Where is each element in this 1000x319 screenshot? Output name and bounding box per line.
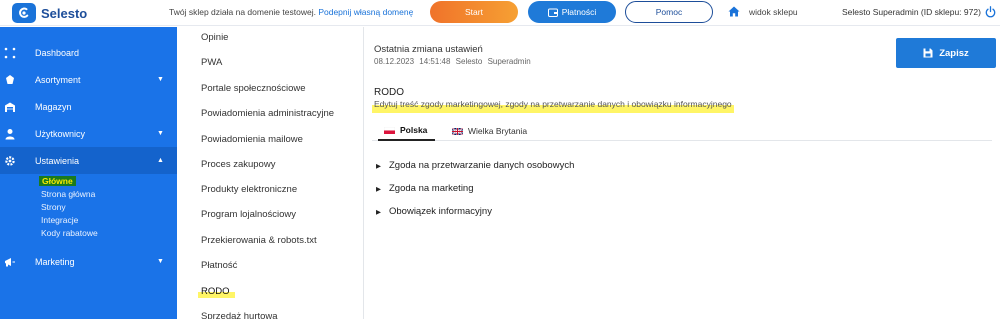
start-button[interactable]: Start [430,1,518,23]
tab-label: Wielka Brytania [468,126,528,136]
uk-flag-icon [452,127,463,135]
wallet-icon [547,8,558,17]
settings-menu: Opinie PWA Portale społecznościowe Powia… [177,27,364,319]
caret-up-icon: ▲ [157,157,164,164]
warehouse-icon [4,101,16,113]
settings-item-rodo[interactable]: RODO [201,286,230,297]
settings-item-pwa[interactable]: PWA [201,57,222,68]
sidebar-subitem-strony[interactable]: Strony [41,202,66,212]
last-change-user: Selesto Superadmin [455,57,531,66]
expand-triangle-icon: ▶ [376,208,381,216]
last-change-meta: 08.12.2023 14:51:48 Selesto Superadmin [374,57,531,66]
accordion-label: Obowiązek informacyjny [389,206,492,217]
top-bar: Selesto Twój sklep działa na domenie tes… [0,0,1000,26]
save-button[interactable]: Zapisz [896,38,996,68]
expand-triangle-icon: ▶ [376,185,381,193]
settings-item-proces-zakupowy[interactable]: Proces zakupowy [201,159,275,170]
section-description: Edytuj treść zgody marketingowej, zgody … [374,99,732,109]
help-button[interactable]: Pomoc [625,1,713,23]
last-change-label: Ostatnia zmiana ustawień [374,44,483,55]
test-domain-text: Twój sklep działa na domenie testowej. [169,7,316,17]
floppy-disk-icon [923,48,933,58]
brand-name: Selesto [41,5,88,21]
main-content: Ostatnia zmiana ustawień 08.12.2023 14:5… [364,27,1000,319]
sidebar-item-magazyn[interactable]: Magazyn [0,93,177,120]
accordion-obowiazek-informacyjny[interactable]: ▶ Obowiązek informacyjny [376,206,492,217]
grid-icon [4,47,16,59]
sidebar-item-label: Użytkownicy [35,128,86,139]
logo[interactable]: Selesto [12,3,87,23]
test-domain-message: Twój sklep działa na domenie testowej. P… [169,7,413,17]
section-title: RODO [374,87,404,98]
payments-button[interactable]: Płatności [528,1,616,23]
language-tabs: Polska Wielka Brytania [372,121,992,141]
user-icon [4,128,16,140]
sidebar-subitem-strona-glowna[interactable]: Strona główna [41,189,95,199]
sidebar-subitem-glowne[interactable]: Główne [39,176,76,186]
expand-triangle-icon: ▶ [376,162,381,170]
connect-domain-link[interactable]: Podepnij własną domenę [318,7,413,17]
sidebar-item-label: Dashboard [35,47,80,58]
settings-item-opinie[interactable]: Opinie [201,32,228,43]
settings-item-sprzedaz-hurtowa[interactable]: Sprzedaż hurtowa [201,311,278,319]
caret-down-icon: ▼ [157,76,164,83]
tab-polska[interactable]: Polska [378,121,436,141]
megaphone-icon [4,256,16,268]
settings-item-produkty-elektroniczne[interactable]: Produkty elektroniczne [201,184,297,195]
settings-item-przekierowania[interactable]: Przekierowania & robots.txt [201,235,317,246]
settings-item-powiadomienia-mailowe[interactable]: Powiadomienia mailowe [201,134,303,145]
save-label: Zapisz [939,47,969,59]
store-view-link[interactable]: widok sklepu [749,7,798,17]
settings-item-platnosc[interactable]: Płatność [201,260,237,271]
accordion-label: Zgoda na marketing [389,183,474,194]
sidebar-subitem-kody-rabatowe[interactable]: Kody rabatowe [41,228,98,238]
settings-item-powiadomienia-admin[interactable]: Powiadomienia administracyjne [201,108,334,119]
selesto-logo-icon [12,3,36,23]
sidebar-item-label: Ustawienia [35,155,80,166]
logout-power-icon[interactable] [985,6,996,18]
settings-item-program-lojalnosciowy[interactable]: Program lojalnościowy [201,209,296,220]
tab-label: Polska [400,125,428,135]
sidebar-item-label: Magazyn [35,101,72,112]
admin-user-label: Selesto Superadmin (ID sklepu: 972) [842,7,981,17]
poland-flag-icon [384,126,395,134]
last-change-time: 14:51:48 [419,57,451,66]
gear-icon [4,155,16,167]
payments-label: Płatności [561,7,597,17]
sidebar-item-asortyment[interactable]: Asortyment ▼ [0,66,177,93]
tab-wielka-brytania[interactable]: Wielka Brytania [446,121,533,141]
settings-item-portale[interactable]: Portale społecznościowe [201,83,306,94]
tag-icon [4,74,16,86]
sidebar-item-dashboard[interactable]: Dashboard [0,39,177,66]
sidebar: Dashboard Asortyment ▼ Magazyn Użytkowni… [0,27,177,319]
accordion-label: Zgoda na przetwarzanie danych osobowych [389,160,575,171]
accordion-zgoda-marketing[interactable]: ▶ Zgoda na marketing [376,183,474,194]
sidebar-item-uzytkownicy[interactable]: Użytkownicy ▼ [0,120,177,147]
last-change-date: 08.12.2023 [374,57,415,66]
caret-down-icon: ▼ [157,258,164,265]
sidebar-item-label: Marketing [35,256,75,267]
sidebar-item-ustawienia[interactable]: Ustawienia ▲ [0,147,177,174]
sidebar-subitem-integracje[interactable]: Integracje [41,215,78,225]
sidebar-item-marketing[interactable]: Marketing ▼ [0,248,177,275]
caret-down-icon: ▼ [157,130,164,137]
home-icon[interactable] [728,6,740,17]
sidebar-item-label: Asortyment [35,74,81,85]
accordion-zgoda-przetwarzanie[interactable]: ▶ Zgoda na przetwarzanie danych osobowyc… [376,160,574,171]
